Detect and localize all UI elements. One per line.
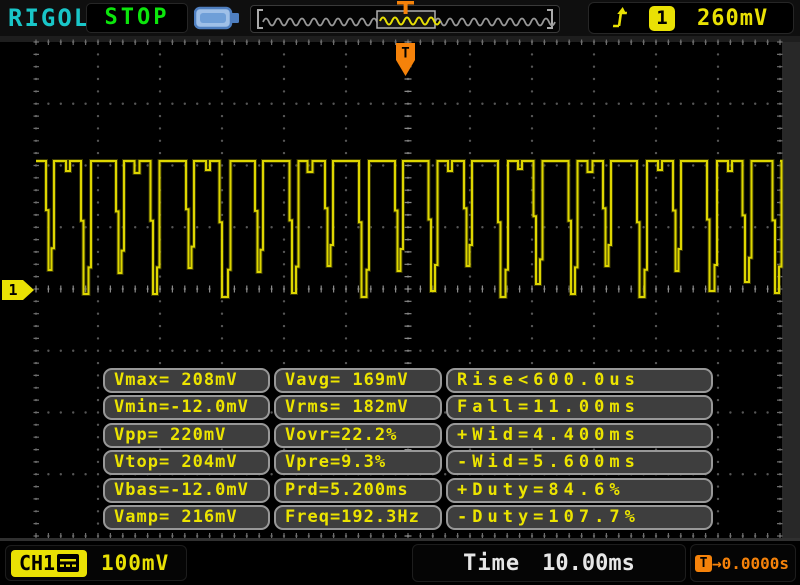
channel1-level-marker[interactable]: 1 <box>0 278 36 302</box>
trigger-source-channel-badge: 1 <box>649 5 675 31</box>
top-status-bar: RIGOL STOP 1 260mV <box>0 0 800 36</box>
measurement-vbas: Vbas=-12.0mV <box>103 478 270 503</box>
measurement-vovr: Vovr=22.2% <box>274 423 442 448</box>
measurement-rise: Rise<600.0us <box>446 368 713 393</box>
measurement-vtop: Vtop= 204mV <box>103 450 270 475</box>
trigger-position-marker[interactable]: T <box>394 40 418 80</box>
horizontal-trigger-position-icon[interactable] <box>396 0 416 16</box>
trigger-level-value: 260mV <box>697 5 769 31</box>
usb-drive-icon <box>194 6 239 30</box>
measurement-pwid: +Wid=4.400ms <box>446 423 713 448</box>
trigger-offset-box[interactable]: T →0.0000s <box>690 544 796 582</box>
measurement-vrms: Vrms= 182mV <box>274 395 442 420</box>
edge-trigger-icon <box>612 7 628 28</box>
measurement-freq: Freq=192.3Hz <box>274 505 442 530</box>
channel1-scale-value: 100mV <box>101 551 170 575</box>
measurement-vavg: Vavg= 169mV <box>274 368 442 393</box>
run-stop-status[interactable]: STOP <box>86 3 188 33</box>
timebase-value: 10.00ms <box>542 550 635 576</box>
measurement-vpre: Vpre=9.3% <box>274 450 442 475</box>
trigger-offset-t-icon: T <box>695 554 712 572</box>
dc-coupling-icon <box>57 554 80 572</box>
trigger-offset-value: →0.0000s <box>712 553 790 573</box>
measurement-vmax: Vmax= 208mV <box>103 368 270 393</box>
measurement-vmin: Vmin=-12.0mV <box>103 395 270 420</box>
channel1-badge: CH1 <box>11 549 87 577</box>
svg-text:T: T <box>401 46 409 62</box>
channel1-settings-box[interactable]: CH1 100mV <box>5 545 187 581</box>
measurement-prd: Prd=5.200ms <box>274 478 442 503</box>
timebase-label: Time <box>463 550 521 576</box>
measurement-nwid: -Wid=5.600ms <box>446 450 713 475</box>
measurement-nduty: -Duty=107.7% <box>446 505 713 530</box>
measurement-vpp: Vpp= 220mV <box>103 423 270 448</box>
measurement-fall: Fall=11.00ms <box>446 395 713 420</box>
rigol-logo: RIGOL <box>8 4 91 32</box>
oscilloscope-screen: RIGOL STOP 1 260mV 1 T Vmax= 208mV Vavg=… <box>0 0 800 585</box>
timebase-box[interactable]: Time 10.00ms <box>412 544 686 582</box>
measurement-vamp: Vamp= 216mV <box>103 505 270 530</box>
bottom-status-bar: CH1 100mV Time 10.00ms T →0.0000s <box>0 541 800 585</box>
channel1-label: CH1 <box>18 551 56 575</box>
svg-text:1: 1 <box>8 281 17 299</box>
trigger-status-box[interactable]: 1 260mV <box>588 2 794 34</box>
measurement-pduty: +Duty=84.6% <box>446 478 713 503</box>
